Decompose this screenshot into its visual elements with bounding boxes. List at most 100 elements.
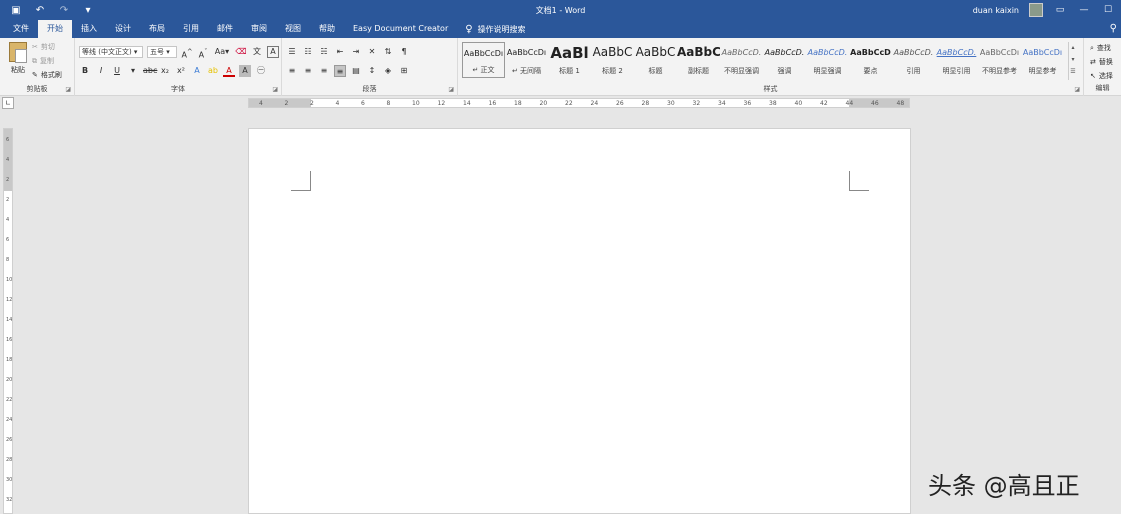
tab-view[interactable]: 视图: [276, 20, 310, 38]
tab-references[interactable]: 引用: [174, 20, 208, 38]
chinese-layout-icon[interactable]: ✕: [366, 46, 378, 58]
ribbon-display-options-icon[interactable]: ▭: [1053, 5, 1067, 15]
underline-icon[interactable]: U: [111, 65, 123, 77]
font-name-combo[interactable]: 等线 (中文正文) ▾: [79, 46, 143, 58]
align-right-icon[interactable]: ≡: [318, 65, 330, 77]
style-emphasis[interactable]: AaBbCcD. 强调: [763, 42, 806, 78]
sort-icon[interactable]: ⇅: [382, 46, 394, 58]
copy-button[interactable]: ⧉ 复制: [32, 56, 54, 66]
style-name: 强调: [777, 67, 792, 75]
clear-formatting-icon[interactable]: ⌫: [235, 46, 247, 58]
bold-icon[interactable]: B: [79, 65, 91, 77]
style-intense-emphasis[interactable]: AaBbCcD. 明显强调: [806, 42, 849, 78]
tab-file[interactable]: 文件: [4, 20, 38, 38]
maximize-button[interactable]: ☐: [1101, 5, 1115, 15]
style-heading-1[interactable]: AaBl 标题 1: [548, 42, 591, 78]
change-case-icon[interactable]: Aa▾: [213, 46, 231, 58]
select-button[interactable]: ↖ 选择: [1090, 71, 1113, 81]
character-border-icon[interactable]: A: [267, 46, 279, 58]
tell-me-search[interactable]: ♀ 操作说明搜索: [457, 20, 525, 38]
style-strong[interactable]: AaBbCcD 要点: [849, 42, 892, 78]
tab-insert[interactable]: 插入: [72, 20, 106, 38]
dialog-launcher-icon[interactable]: ◪: [272, 86, 278, 93]
styles-gallery-scroll[interactable]: ▴ ▾ ☰: [1068, 42, 1077, 80]
style-quote[interactable]: AaBbCcD. 引用: [892, 42, 935, 78]
customize-quick-access-icon[interactable]: ▾: [82, 4, 94, 16]
select-label: 选择: [1098, 72, 1113, 80]
tab-home[interactable]: 开始: [38, 20, 72, 38]
subscript-icon[interactable]: x₂: [159, 65, 171, 77]
tab-selector-icon[interactable]: ∟: [2, 97, 14, 109]
minimize-button[interactable]: —: [1077, 5, 1091, 15]
align-center-icon[interactable]: ≡: [302, 65, 314, 77]
tab-mailings[interactable]: 邮件: [208, 20, 242, 38]
tab-help[interactable]: 帮助: [310, 20, 344, 38]
find-button[interactable]: ⌕ 查找: [1090, 43, 1111, 53]
dropdown-icon[interactable]: ▾: [127, 65, 139, 77]
distributed-icon[interactable]: ▤: [350, 65, 362, 77]
save-icon[interactable]: ▣: [10, 4, 22, 16]
replace-button[interactable]: ⇄ 替换: [1090, 57, 1113, 67]
style-subtle-reference[interactable]: AaBbCcDı 不明显参考: [978, 42, 1021, 78]
format-painter-button[interactable]: ✎ 格式刷: [32, 70, 62, 80]
borders-icon[interactable]: ⊞: [398, 65, 410, 77]
bullets-icon[interactable]: ☰: [286, 46, 298, 58]
align-left-icon[interactable]: ≡: [286, 65, 298, 77]
crop-mark-top-left: [291, 171, 311, 191]
cut-button[interactable]: ✂ 剪切: [32, 42, 55, 52]
ruler-tick: 2: [6, 197, 10, 203]
font-size-combo[interactable]: 五号 ▾: [147, 46, 177, 58]
paste-button[interactable]: 粘贴: [6, 42, 30, 75]
tab-layout[interactable]: 布局: [140, 20, 174, 38]
decrease-indent-icon[interactable]: ⇤: [334, 46, 346, 58]
style-intense-quote[interactable]: AaBbCcD. 明显引用: [935, 42, 978, 78]
increase-indent-icon[interactable]: ⇥: [350, 46, 362, 58]
style-subtle-emphasis[interactable]: AaBbCcD. 不明显强调: [720, 42, 763, 78]
shading-icon[interactable]: ◈: [382, 65, 394, 77]
horizontal-ruler[interactable]: 4 2 2 4 6 8 10 12 14 16 18 20 22 24 26 28 30 32 34 36 38 40 42…: [248, 98, 910, 108]
dialog-launcher-icon[interactable]: ◪: [1074, 86, 1080, 93]
multilevel-list-icon[interactable]: ☵: [318, 46, 330, 58]
cursor-icon: ↖: [1090, 72, 1096, 80]
character-shading-icon[interactable]: A: [239, 65, 251, 77]
style-preview: AaBbCcD: [850, 48, 891, 57]
justify-icon[interactable]: ≡: [334, 65, 346, 77]
ruler-tick: 16: [488, 100, 497, 107]
phonetic-guide-icon[interactable]: 文: [251, 46, 263, 58]
document-page[interactable]: [248, 128, 911, 514]
superscript-icon[interactable]: x²: [175, 65, 187, 77]
highlight-icon[interactable]: ab: [207, 65, 219, 77]
ruler-tick: 10: [6, 277, 13, 283]
style-heading-2[interactable]: AaBbC 标题 2: [591, 42, 634, 78]
style-title[interactable]: AaBbC 标题: [634, 42, 677, 78]
vertical-ruler[interactable]: 6 4 2 2 4 6 8 10 12 14 16 18 20 22 24 26 28 30 32: [3, 128, 13, 514]
share-icon[interactable]: ⚲: [1110, 23, 1117, 34]
tab-design[interactable]: 设计: [106, 20, 140, 38]
font-color-icon[interactable]: A: [223, 65, 235, 77]
show-marks-icon[interactable]: ¶: [398, 46, 410, 58]
tab-easy-document-creator[interactable]: Easy Document Creator: [344, 20, 457, 38]
style-no-spacing[interactable]: AaBbCcDı ↵ 无间隔: [505, 42, 548, 78]
font-group-label: 字体: [171, 85, 185, 93]
italic-icon[interactable]: I: [95, 65, 107, 77]
dialog-launcher-icon[interactable]: ◪: [65, 86, 71, 93]
ruler-tick: 2: [6, 177, 10, 183]
strikethrough-icon[interactable]: abc: [143, 65, 157, 77]
text-effects-icon[interactable]: A: [191, 65, 203, 77]
user-name[interactable]: duan kaixin: [973, 6, 1019, 15]
line-spacing-icon[interactable]: ↕: [366, 65, 378, 77]
tab-review[interactable]: 审阅: [242, 20, 276, 38]
dialog-launcher-icon[interactable]: ◪: [448, 86, 454, 93]
enclose-characters-icon[interactable]: ㊀: [255, 65, 267, 77]
grow-font-icon[interactable]: A^: [181, 46, 193, 60]
style-subtitle[interactable]: AaBbC 副标题: [677, 42, 720, 78]
shrink-font-icon[interactable]: Aˇ: [197, 46, 209, 60]
undo-icon[interactable]: ↶: [34, 4, 46, 16]
redo-icon[interactable]: ↷: [58, 4, 70, 16]
numbering-icon[interactable]: ☷: [302, 46, 314, 58]
style-intense-reference[interactable]: AaBbCcDı 明显参考: [1021, 42, 1064, 78]
style-normal[interactable]: AaBbCcDı ↵ 正文: [462, 42, 505, 78]
ruler-tick: 12: [6, 297, 13, 303]
clipboard-icon: [9, 42, 27, 63]
avatar[interactable]: [1029, 3, 1043, 17]
